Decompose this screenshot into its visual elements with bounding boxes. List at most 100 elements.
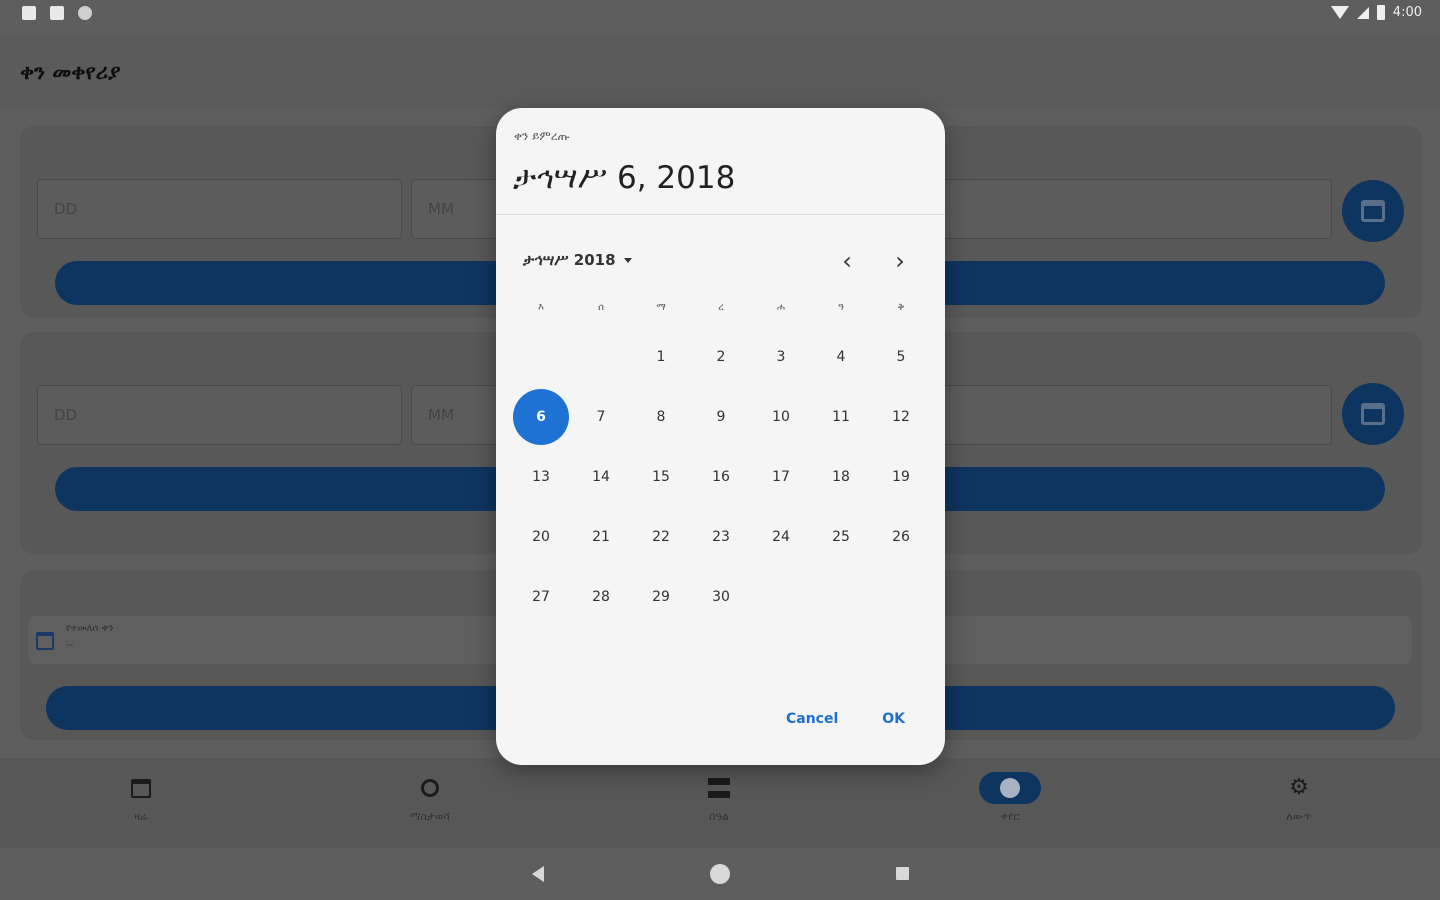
calendar-day[interactable]: 7 [571,387,631,447]
dialog-overline: ቀን ይምረጡ [514,129,570,143]
battery-icon [1376,5,1385,20]
day-number: 20 [532,529,550,545]
day-number: 7 [596,409,606,425]
status-bar: 4:00 [0,0,1440,30]
sync-icon [78,6,92,20]
recents-icon[interactable] [896,867,909,880]
back-icon[interactable] [532,866,544,882]
nav-item-notes[interactable]: ማስታወሻ [370,772,490,824]
calendar-day[interactable]: 23 [691,507,751,567]
nav-label: ቀየር [1000,810,1020,823]
day-number: 16 [712,469,730,485]
calendar-button-2[interactable] [1342,383,1404,445]
calendar-day[interactable]: 30 [691,567,751,627]
calendar-day[interactable]: 15 [631,447,691,507]
day-number: 8 [656,409,666,425]
calendar-icon [131,778,151,798]
day-number: 18 [832,469,850,485]
calendar-day[interactable]: 5 [871,327,931,387]
calendar-day[interactable]: 9 [691,387,751,447]
day-field-2[interactable]: DD [37,385,402,445]
bottom-navigation: ዛሬ ማስታወሻ በዓል ቀየር ⚙ ለውጥ [0,758,1440,848]
result-label: የተመለሰ ቀን [66,623,114,634]
day-number: 1 [656,349,666,365]
nav-item-convert[interactable]: ቀየር [950,772,1070,824]
day-number: 11 [832,409,850,425]
calendar-icon [1361,200,1385,222]
calendar-day[interactable]: 3 [751,327,811,387]
weekday-label: እ [538,302,544,313]
day-number: 21 [592,529,610,545]
day-number: 2 [716,349,726,365]
ring-icon [421,779,439,797]
day-number: 28 [592,589,610,605]
weekday-label: ሐ [776,302,786,313]
calendar-day[interactable]: 14 [571,447,631,507]
home-icon[interactable] [710,864,730,884]
day-number: 19 [892,469,910,485]
calendar-day[interactable]: 16 [691,447,751,507]
calendar-day[interactable]: 27 [511,567,571,627]
selected-date-headline: ታኅሣሥ 6, 2018 [513,160,736,196]
calendar-day[interactable]: 19 [871,447,931,507]
day-number: 30 [712,589,730,605]
year-field-1[interactable] [930,179,1332,239]
day-number: 10 [772,409,790,425]
empty-cell [511,327,571,387]
calendar-day[interactable]: 25 [811,507,871,567]
day-number: 24 [772,529,790,545]
weekday-header: እሰማረሐዓቅ [511,302,931,313]
calendar-day[interactable]: 8 [631,387,691,447]
calendar-day[interactable]: 18 [811,447,871,507]
calendar-day[interactable]: 20 [511,507,571,567]
previous-month-button[interactable]: ‹ [833,248,861,276]
ok-button[interactable]: OK [882,711,905,727]
calendar-day[interactable]: 10 [751,387,811,447]
nav-item-today[interactable]: ዛሬ [81,772,201,824]
calendar-day[interactable]: 17 [751,447,811,507]
calendar-day[interactable]: 24 [751,507,811,567]
year-field-2[interactable] [930,385,1332,445]
month-year-label: ታኅሣሥ 2018 [523,251,616,269]
weekday-label: ረ [718,302,724,313]
day-number: 26 [892,529,910,545]
day-number: 15 [652,469,670,485]
calendar-day[interactable]: 2 [691,327,751,387]
list-icon [708,778,730,798]
result-value: -- [66,640,74,651]
calendar-grid: 1 2 3 4 5 6 7 8 9 10 11 12 13 14 15 16 17 18 19 20 21 22 23 24 2… [511,327,931,627]
dialog-divider [496,214,945,215]
nav-label: ዛሬ [134,810,148,823]
calendar-day[interactable]: 1 [631,327,691,387]
calendar-day[interactable]: 13 [511,447,571,507]
calendar-button-1[interactable] [1342,180,1404,242]
nav-label: በዓል [709,810,729,823]
calendar-day[interactable]: 11 [811,387,871,447]
calendar-day[interactable]: 21 [571,507,631,567]
calendar-day[interactable]: 22 [631,507,691,567]
nav-label: ማስታወሻ [409,810,451,823]
selected-day[interactable]: 6 [511,387,571,447]
calendar-day[interactable]: 29 [631,567,691,627]
calendar-day[interactable]: 12 [871,387,931,447]
next-month-button[interactable]: › [886,248,914,276]
day-number: 17 [772,469,790,485]
chevron-right-icon: › [895,247,905,275]
day-number: 22 [652,529,670,545]
month-year-selector[interactable]: ታኅሣሥ 2018 [523,251,632,269]
day-field-1[interactable]: DD [37,179,402,239]
sd-card-icon [50,6,64,20]
day-number: 23 [712,529,730,545]
cancel-button[interactable]: Cancel [786,711,838,727]
calendar-icon [1361,403,1385,425]
nav-item-holidays[interactable]: በዓል [659,772,779,824]
nav-item-settings[interactable]: ⚙ ለውጥ [1239,772,1359,824]
calendar-icon [36,632,54,650]
day-number: 6 [513,389,569,445]
notification-icon [22,6,36,20]
calendar-day[interactable]: 28 [571,567,631,627]
calendar-day[interactable]: 26 [871,507,931,567]
day-number: 25 [832,529,850,545]
nav-label: ለውጥ [1286,810,1312,823]
calendar-day[interactable]: 4 [811,327,871,387]
